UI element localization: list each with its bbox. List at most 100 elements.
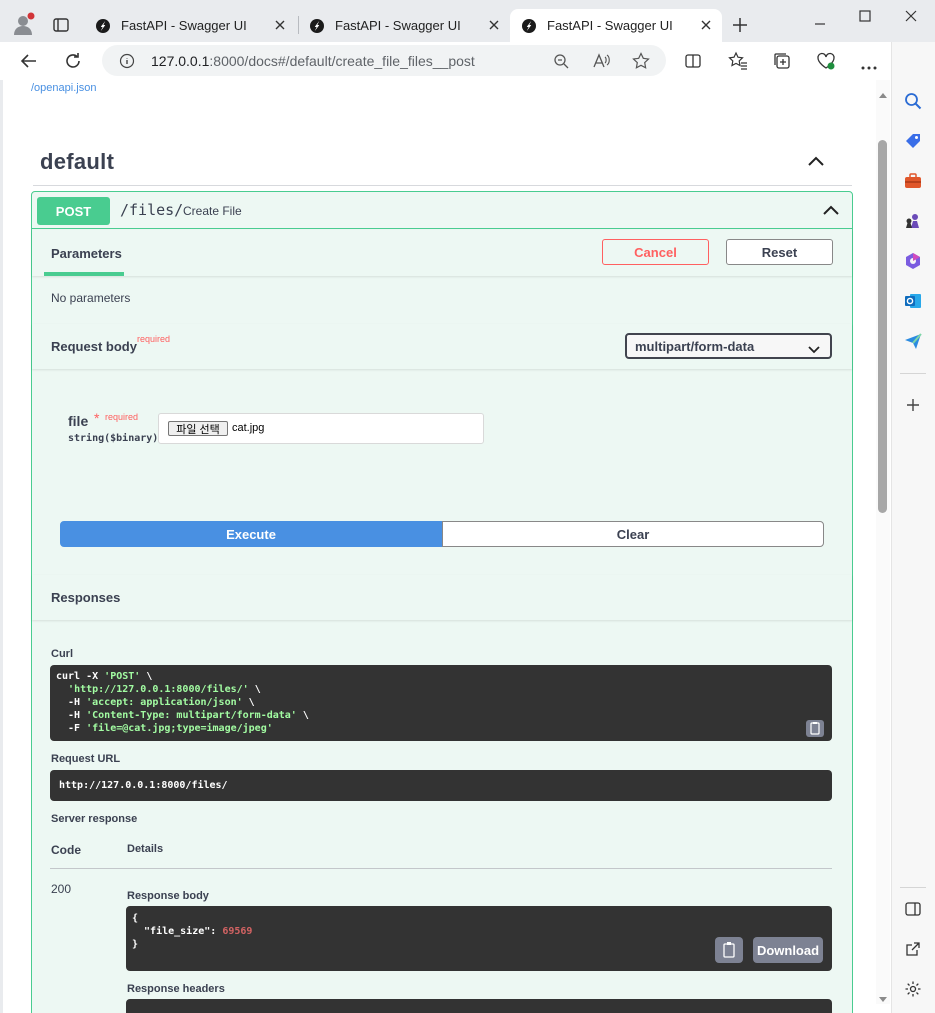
- scroll-down-icon[interactable]: [878, 991, 888, 1002]
- browser-essentials-icon[interactable]: [816, 51, 836, 71]
- json-line: "file_size": 69569: [132, 926, 253, 937]
- file-param-type: string($binary): [68, 433, 159, 444]
- code-column-header: Code: [51, 843, 81, 857]
- collapse-operation-icon[interactable]: [822, 203, 840, 217]
- hide-sidebar-icon[interactable]: [904, 900, 922, 918]
- close-tab-icon[interactable]: [698, 17, 714, 33]
- json-close-brace: }: [132, 939, 139, 950]
- read-aloud-icon[interactable]: [592, 53, 610, 69]
- status-code: 200: [51, 882, 72, 896]
- fastapi-favicon-icon: [96, 18, 110, 33]
- url-host: 127.0.0.1: [151, 53, 210, 69]
- chevron-down-icon: [808, 342, 820, 357]
- search-icon[interactable]: [904, 92, 922, 110]
- file-param-name: file: [68, 413, 89, 429]
- curl-label: Curl: [51, 648, 73, 660]
- shopping-tag-icon[interactable]: [904, 132, 922, 150]
- no-parameters-text: No parameters: [51, 291, 131, 305]
- response-headers-label: Response headers: [127, 983, 225, 995]
- edge-sidebar: [891, 42, 935, 1013]
- zoom-icon[interactable]: [553, 53, 569, 69]
- more-options-icon[interactable]: [860, 58, 878, 70]
- fastapi-favicon-icon: [522, 18, 536, 33]
- openapi-json-link[interactable]: /openapi.json: [31, 82, 96, 94]
- choose-file-button[interactable]: 파일 선택: [168, 421, 228, 436]
- back-icon[interactable]: [19, 51, 39, 71]
- method-badge: POST: [37, 197, 110, 225]
- favorite-star-icon[interactable]: [632, 52, 650, 70]
- copy-to-clipboard-icon[interactable]: [806, 720, 824, 737]
- scrollbar-thumb[interactable]: [878, 140, 887, 513]
- site-info-icon[interactable]: [119, 53, 135, 69]
- curl-line: -F 'file=@cat.jpg;type=image/jpeg': [56, 723, 273, 734]
- url-text: 127.0.0.1:8000/docs#/default/create_file…: [151, 53, 475, 69]
- browser-tab-active[interactable]: FastAPI - Swagger UI: [510, 9, 722, 42]
- response-body-label: Response body: [127, 890, 209, 902]
- operation-path: /files/: [120, 201, 184, 219]
- close-tab-icon[interactable]: [272, 17, 288, 33]
- cancel-button[interactable]: Cancel: [602, 239, 709, 265]
- close-window-icon[interactable]: [903, 8, 919, 24]
- section-title[interactable]: default: [40, 149, 114, 175]
- server-response-label: Server response: [51, 813, 138, 825]
- profile-avatar-icon[interactable]: [12, 12, 36, 36]
- close-tab-icon[interactable]: [486, 17, 502, 33]
- content-type-value: multipart/form-data: [635, 338, 755, 354]
- settings-gear-icon[interactable]: [904, 980, 922, 998]
- curl-line: curl -X 'POST' \: [56, 671, 153, 682]
- collapse-section-icon[interactable]: [807, 154, 825, 168]
- browser-tab[interactable]: FastAPI - Swagger UI: [84, 9, 296, 42]
- reset-button[interactable]: Reset: [726, 239, 833, 265]
- split-screen-icon[interactable]: [684, 52, 702, 70]
- parameters-header: Parameters Cancel Reset: [32, 230, 852, 276]
- new-tab-icon[interactable]: [731, 16, 749, 34]
- execute-button[interactable]: Execute: [60, 521, 442, 547]
- browser-toolbar: 127.0.0.1:8000/docs#/default/create_file…: [0, 42, 935, 80]
- curl-line: -H 'accept: application/json' \: [56, 697, 255, 708]
- request-url-block[interactable]: http://127.0.0.1:8000/files/: [50, 770, 832, 801]
- download-button[interactable]: Download: [753, 937, 823, 963]
- browser-tab-strip: FastAPI - Swagger UI FastAPI - Swagger U…: [0, 0, 935, 42]
- add-sidebar-app-icon[interactable]: [904, 396, 922, 414]
- minimize-icon[interactable]: [812, 16, 828, 32]
- curl-code-block[interactable]: curl -X 'POST' \ 'http://127.0.0.1:8000/…: [50, 665, 832, 741]
- microsoft-365-icon[interactable]: [904, 252, 922, 270]
- request-url-label: Request URL: [51, 753, 121, 765]
- curl-line: 'http://127.0.0.1:8000/files/' \: [68, 684, 261, 695]
- url-path: :8000/docs#/default/create_file_files__p…: [209, 53, 475, 69]
- json-open-brace: {: [132, 913, 139, 924]
- refresh-icon[interactable]: [63, 51, 83, 71]
- curl-line: -H 'Content-Type: multipart/form-data' \: [56, 710, 309, 721]
- clear-button[interactable]: Clear: [442, 521, 824, 547]
- outlook-icon[interactable]: [904, 292, 922, 310]
- operation-summary-text: Create File: [183, 204, 242, 218]
- required-star: *: [94, 410, 100, 426]
- tools-briefcase-icon[interactable]: [904, 172, 922, 190]
- open-external-icon[interactable]: [904, 940, 922, 958]
- tab-title: FastAPI - Swagger UI: [547, 18, 673, 33]
- send-drop-icon[interactable]: [904, 332, 922, 350]
- operation-summary[interactable]: POST /files/ Create File: [32, 192, 852, 229]
- scroll-up-icon[interactable]: [878, 86, 888, 98]
- fastapi-favicon-icon: [310, 18, 324, 33]
- favorites-icon[interactable]: [728, 51, 748, 71]
- collections-icon[interactable]: [772, 51, 792, 71]
- request-body-header: Request body required multipart/form-dat…: [32, 324, 852, 369]
- file-required-marker: required: [105, 412, 139, 422]
- copy-response-icon[interactable]: [715, 937, 743, 963]
- browser-tab[interactable]: FastAPI - Swagger UI: [298, 9, 510, 42]
- games-chess-icon[interactable]: [904, 212, 922, 230]
- response-headers-block[interactable]: [126, 999, 832, 1013]
- content-type-select[interactable]: multipart/form-data: [625, 333, 832, 359]
- operation-block: POST /files/ Create File Parameters Canc…: [31, 191, 853, 1013]
- maximize-icon[interactable]: [857, 8, 873, 24]
- responses-label: Responses: [51, 590, 121, 605]
- file-input[interactable]: 파일 선택 cat.jpg: [158, 413, 484, 444]
- tab-parameters[interactable]: Parameters: [51, 246, 122, 261]
- responses-header: Responses: [32, 575, 852, 620]
- address-bar[interactable]: 127.0.0.1:8000/docs#/default/create_file…: [102, 45, 666, 76]
- details-column-header: Details: [127, 843, 164, 855]
- tab-actions-icon[interactable]: [53, 17, 69, 33]
- selected-file-name: cat.jpg: [232, 422, 265, 434]
- tab-title: FastAPI - Swagger UI: [335, 18, 461, 33]
